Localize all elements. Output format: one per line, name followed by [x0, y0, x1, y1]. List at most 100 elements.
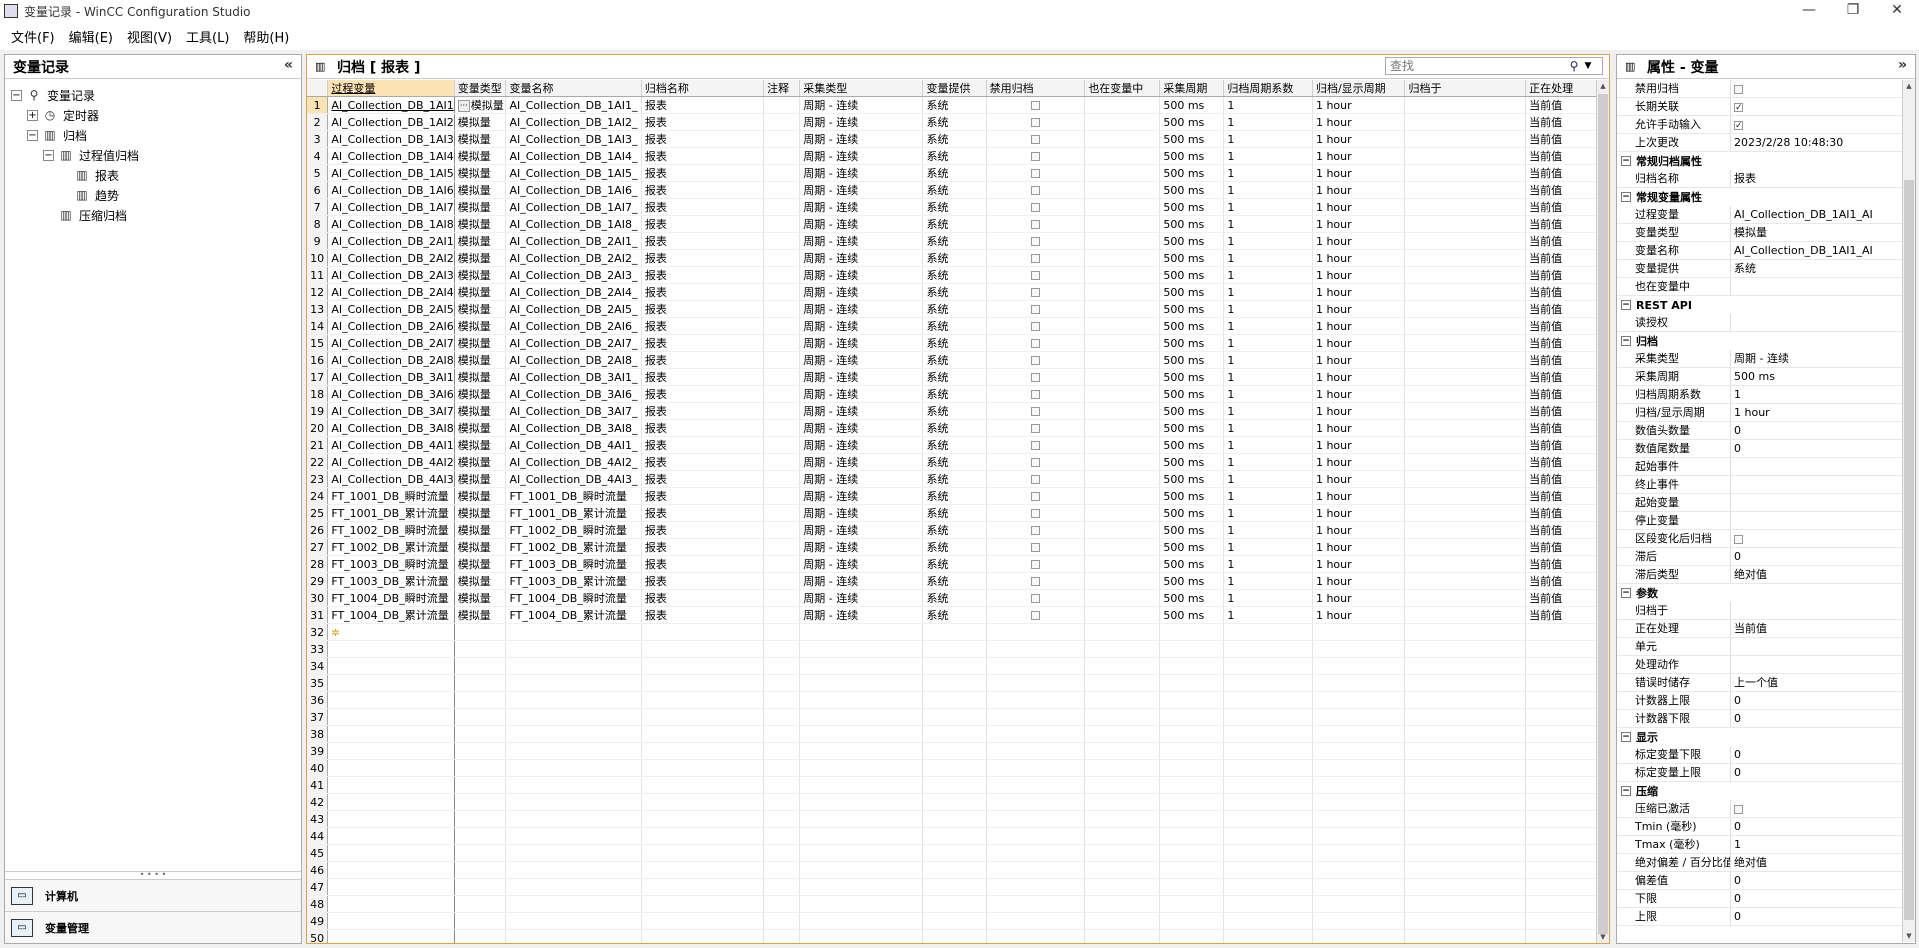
- table-cell[interactable]: [986, 776, 1086, 794]
- property-row[interactable]: 正在处理 当前值: [1617, 620, 1902, 638]
- table-cell[interactable]: 模拟量: [454, 368, 507, 386]
- table-cell[interactable]: [641, 708, 765, 726]
- table-cell[interactable]: 500 ms: [1159, 470, 1225, 488]
- row-number[interactable]: 2: [307, 113, 329, 131]
- table-cell[interactable]: [1312, 912, 1406, 930]
- table-cell[interactable]: 500 ms: [1159, 317, 1225, 335]
- table-cell[interactable]: AI_Collection_DB_1AI5: [327, 164, 455, 182]
- menu-view[interactable]: 视图(V): [120, 27, 179, 46]
- column-header[interactable]: 归档名称: [641, 80, 765, 97]
- table-cell[interactable]: [1525, 742, 1597, 760]
- table-cell[interactable]: AI_Collection_DB_2AI4_: [505, 283, 642, 301]
- table-cell[interactable]: [1223, 810, 1313, 828]
- table-cell[interactable]: [1084, 96, 1161, 114]
- table-cell[interactable]: [1404, 861, 1527, 879]
- expand-node-icon[interactable]: +: [27, 109, 38, 121]
- table-cell[interactable]: [327, 895, 455, 913]
- table-cell[interactable]: [1084, 521, 1161, 539]
- table-cell[interactable]: [922, 657, 987, 675]
- table-cell[interactable]: [763, 572, 801, 590]
- table-cell[interactable]: 模拟量: [454, 215, 507, 233]
- table-cell[interactable]: 当前值: [1525, 368, 1597, 386]
- table-cell[interactable]: 周期 - 连续: [799, 572, 924, 590]
- table-cell[interactable]: [763, 827, 801, 845]
- row-number[interactable]: 28: [307, 555, 329, 573]
- empty-row[interactable]: 34: [307, 657, 1597, 675]
- table-cell[interactable]: 当前值: [1525, 96, 1597, 114]
- table-cell[interactable]: [986, 827, 1086, 845]
- table-cell[interactable]: [763, 249, 801, 267]
- table-cell[interactable]: 1: [1223, 266, 1313, 284]
- editor-nav-item[interactable]: ▭ 计算机: [5, 879, 301, 911]
- property-value[interactable]: [1731, 314, 1902, 331]
- table-cell[interactable]: AI_Collection_DB_3AI1: [327, 368, 455, 386]
- table-cell[interactable]: [1159, 691, 1225, 709]
- table-cell[interactable]: 1: [1223, 232, 1313, 250]
- table-cell[interactable]: 当前值: [1525, 487, 1597, 505]
- table-cell[interactable]: AI_Collection_DB_2AI8: [327, 351, 455, 369]
- row-number[interactable]: 15: [307, 334, 329, 352]
- row-number[interactable]: 42: [307, 793, 329, 811]
- search-input[interactable]: [1386, 58, 1566, 74]
- row-number[interactable]: 30: [307, 589, 329, 607]
- property-row[interactable]: 起始事件: [1617, 458, 1902, 476]
- table-cell[interactable]: [1404, 555, 1527, 573]
- table-cell[interactable]: [505, 878, 642, 896]
- table-cell[interactable]: 1 hour: [1312, 130, 1406, 148]
- table-cell[interactable]: 1 hour: [1312, 181, 1406, 199]
- table-cell[interactable]: FT_1004_DB_瞬时流量: [327, 589, 455, 607]
- property-value[interactable]: [1731, 512, 1902, 529]
- table-cell[interactable]: [1404, 96, 1527, 114]
- table-cell[interactable]: 500 ms: [1159, 521, 1225, 539]
- table-cell[interactable]: [454, 759, 507, 777]
- table-row[interactable]: 11 AI_Collection_DB_2AI3 模拟量 AI_Collection_…: [307, 266, 1597, 284]
- table-cell[interactable]: 模拟量: [454, 589, 507, 607]
- property-value[interactable]: [1731, 278, 1902, 295]
- table-cell[interactable]: 周期 - 连续: [799, 147, 924, 165]
- property-row[interactable]: 数值头数量 0: [1617, 422, 1902, 440]
- table-cell[interactable]: [763, 878, 801, 896]
- table-cell[interactable]: AI_Collection_DB_1AI7_: [505, 198, 642, 216]
- table-cell[interactable]: AI_Collection_DB_1AI2: [327, 113, 455, 131]
- table-cell[interactable]: [641, 861, 765, 879]
- checkbox[interactable]: [1030, 322, 1040, 331]
- property-row[interactable]: 上次更改 2023/2/28 10:48:30: [1617, 134, 1902, 152]
- table-cell[interactable]: 周期 - 连续: [799, 232, 924, 250]
- empty-row[interactable]: 50: [307, 929, 1597, 943]
- table-cell[interactable]: [327, 844, 455, 862]
- table-cell[interactable]: 当前值: [1525, 402, 1597, 420]
- table-cell[interactable]: 周期 - 连续: [799, 453, 924, 471]
- table-cell[interactable]: 1: [1223, 589, 1313, 607]
- table-cell[interactable]: [1312, 895, 1406, 913]
- table-cell[interactable]: AI_Collection_DB_2AI1_: [505, 232, 642, 250]
- table-cell[interactable]: [454, 674, 507, 692]
- table-cell[interactable]: [1084, 895, 1161, 913]
- checkbox[interactable]: [1030, 186, 1040, 195]
- table-cell[interactable]: 1 hour: [1312, 487, 1406, 505]
- row-number[interactable]: 24: [307, 487, 329, 505]
- table-cell[interactable]: [1223, 657, 1313, 675]
- table-cell[interactable]: [763, 504, 801, 522]
- table-cell[interactable]: AI_Collection_DB_4AI3: [327, 470, 455, 488]
- table-cell[interactable]: [922, 691, 987, 709]
- table-cell[interactable]: [1223, 929, 1313, 943]
- table-cell[interactable]: 1: [1223, 555, 1313, 573]
- property-row[interactable]: 读授权: [1617, 314, 1902, 332]
- table-cell[interactable]: 周期 - 连续: [799, 164, 924, 182]
- table-cell[interactable]: 1 hour: [1312, 589, 1406, 607]
- empty-row[interactable]: 49: [307, 912, 1597, 930]
- checkbox[interactable]: [1030, 101, 1040, 110]
- row-number[interactable]: 41: [307, 776, 329, 794]
- property-value[interactable]: 0: [1731, 746, 1902, 763]
- table-cell[interactable]: [1159, 742, 1225, 760]
- table-cell[interactable]: 当前值: [1525, 470, 1597, 488]
- table-cell[interactable]: [641, 674, 765, 692]
- row-number[interactable]: 27: [307, 538, 329, 556]
- checkbox[interactable]: [1030, 492, 1040, 501]
- table-cell[interactable]: [922, 776, 987, 794]
- row-number[interactable]: 8: [307, 215, 329, 233]
- browse-button[interactable]: ···: [457, 100, 470, 112]
- table-cell[interactable]: [763, 521, 801, 539]
- disable-archiving-cell[interactable]: [986, 521, 1086, 539]
- table-row[interactable]: 1 AI_Collection_DB_1AI1 ··· 模拟量 AI_Collectio…: [307, 96, 1597, 114]
